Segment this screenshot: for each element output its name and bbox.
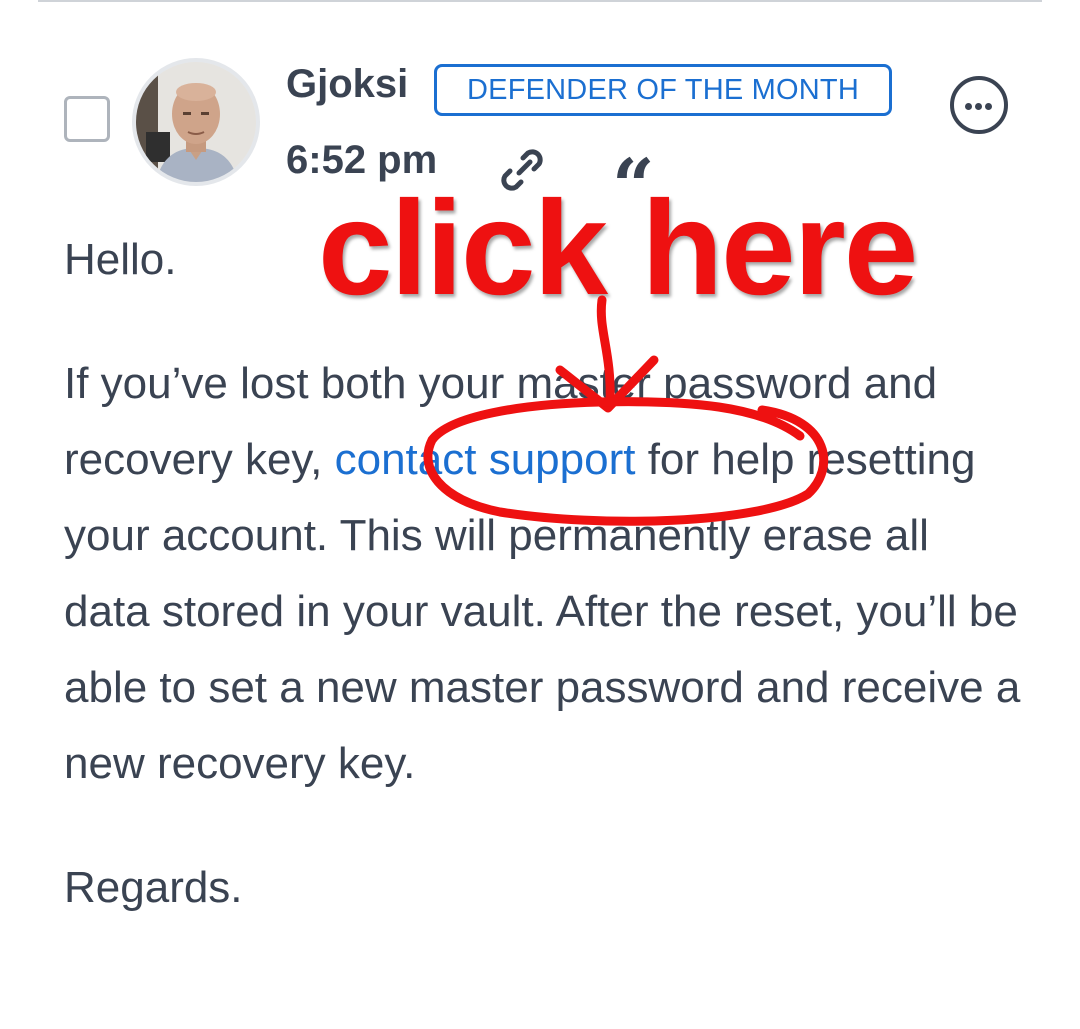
body-text-after-link: for help resetting your account. This wi… <box>64 435 1021 788</box>
more-dot <box>965 103 972 110</box>
body-paragraph: If you’ve lost both your master password… <box>64 346 1024 802</box>
user-badge: DEFENDER OF THE MONTH <box>434 64 892 116</box>
annotation-click-here: click here <box>318 174 918 323</box>
select-post-checkbox[interactable] <box>64 96 110 142</box>
more-dot <box>975 103 982 110</box>
signoff-paragraph: Regards. <box>64 863 243 912</box>
avatar-photo <box>136 62 256 182</box>
top-divider <box>38 0 1042 2</box>
author-avatar[interactable] <box>132 58 260 186</box>
more-dot <box>985 103 992 110</box>
more-options-icon[interactable] <box>950 76 1008 134</box>
contact-support-link[interactable]: contact support <box>335 435 636 484</box>
post-body: Hello. If you’ve lost both your master p… <box>64 222 1024 926</box>
author-name[interactable]: Gjoksi <box>286 62 408 107</box>
